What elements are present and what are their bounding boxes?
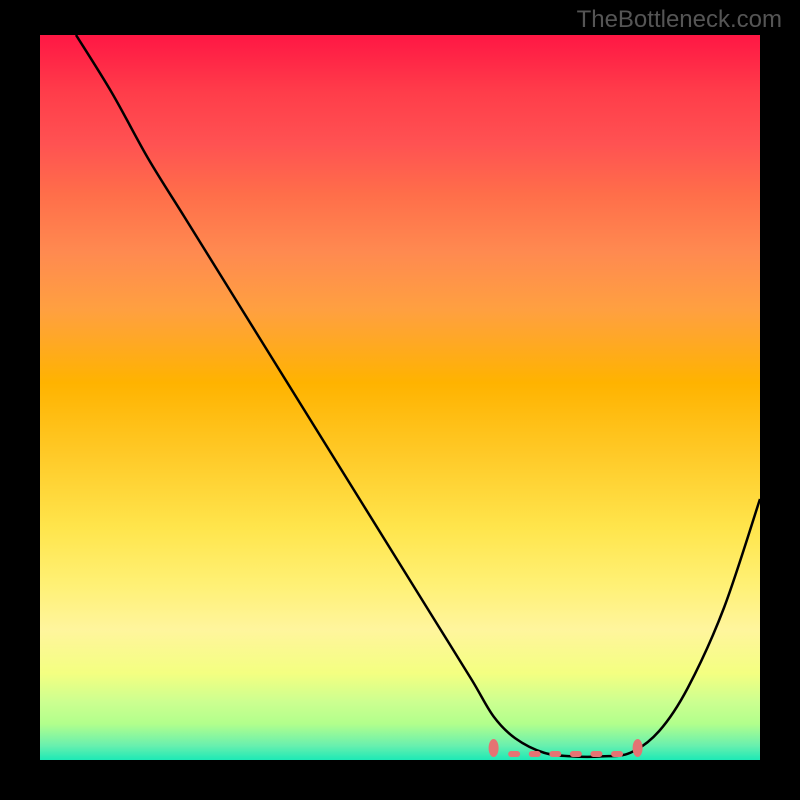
- bottleneck-curve-line: [76, 35, 760, 757]
- chart-curve-svg: [40, 35, 760, 760]
- chart-plot-area: [40, 35, 760, 760]
- watermark-text: TheBottleneck.com: [577, 6, 782, 34]
- optimal-range-markers: [489, 739, 643, 757]
